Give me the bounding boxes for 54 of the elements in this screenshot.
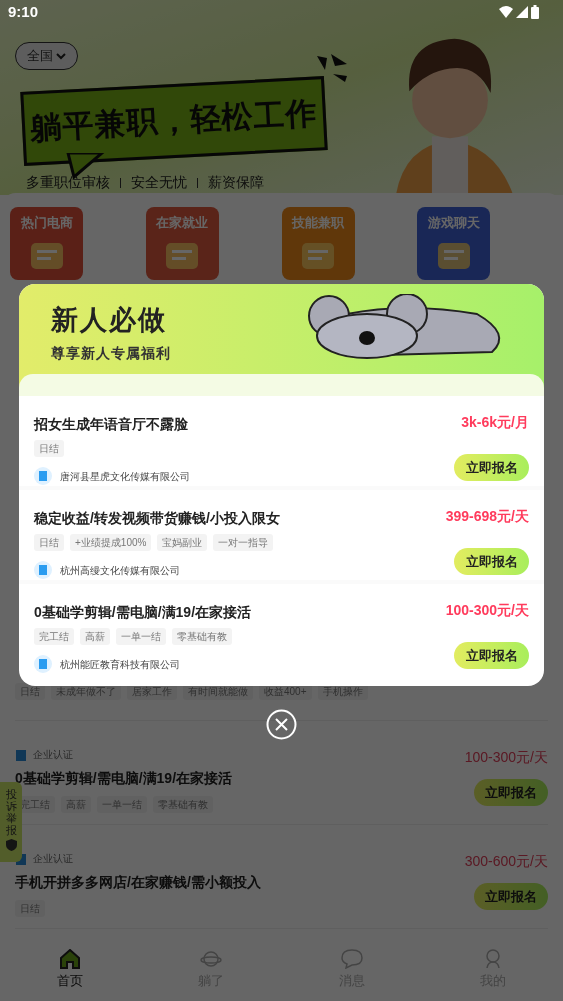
job-title: 0基础学剪辑/需电脑/满19/在家接活 [34, 603, 252, 622]
popup-subtitle: 尊享新人专属福利 [51, 343, 171, 363]
feature-text: 多重职位审核 [26, 173, 110, 192]
job-title: 手机开拼多多网店/在家赚钱/需小额投入 [15, 873, 261, 892]
job-tag: 完工结 [34, 628, 74, 645]
job-tag: 一单一结 [116, 628, 166, 645]
job-tag: 一对一指导 [213, 534, 274, 551]
company-name: 唐河县星虎文化传媒有限公司 [60, 469, 190, 484]
apply-button[interactable]: 立即报名 [454, 642, 529, 669]
popup-title: 新人必做 [51, 304, 167, 337]
close-icon[interactable] [266, 709, 297, 740]
status-time: 9:10 [8, 1, 39, 22]
category-tile[interactable]: 热门电商 [10, 207, 83, 280]
battery-icon [531, 5, 539, 19]
salary-text: 100-300元/天 [445, 601, 529, 620]
signal-icon [516, 6, 528, 18]
report-tab[interactable]: 投诉举报 [0, 782, 22, 862]
chevron-down-icon [56, 52, 66, 60]
chat-bubble-icon [340, 949, 363, 970]
salary-text: 399-698元/天 [445, 507, 529, 526]
home-icon [59, 949, 82, 970]
building-icon [34, 655, 52, 673]
nav-tab[interactable]: 首页 [0, 939, 141, 1001]
banner-slogan: 躺平兼职，轻松工作 [29, 94, 319, 148]
category-tile[interactable]: 游戏聊天 [417, 207, 491, 280]
feature-text: 薪资保障 [208, 173, 264, 192]
company-name: 杭州高缦文化传媒有限公司 [60, 563, 180, 578]
job-tag: 日结 [34, 440, 64, 457]
job-tag: 高薪 [80, 628, 110, 645]
company-name: 杭州能匠教育科技有限公司 [60, 657, 180, 672]
job-title: 稳定收益/转发视频带货赚钱/小投入限女 [34, 509, 280, 528]
apply-button[interactable]: 立即报名 [454, 454, 529, 481]
salary-text: 100-300元/天 [464, 748, 548, 767]
planet-icon [200, 949, 223, 970]
category-tile[interactable]: 技能兼职 [281, 207, 355, 280]
building-icon [15, 748, 27, 761]
salary-text: 3k-6k元/月 [461, 413, 529, 432]
job-tag: 宝妈副业 [157, 534, 208, 551]
job-tag: +业绩提成100% [70, 534, 152, 551]
report-label: 投诉举报 [5, 788, 17, 837]
building-icon [34, 561, 52, 579]
shield-icon [5, 839, 17, 852]
job-tag: 零基础有教 [172, 628, 232, 645]
category-tile[interactable]: 在家就业 [145, 207, 219, 280]
feature-text: 安全无忧 [131, 173, 187, 192]
job-title: 招女生成年语音厅不露脸 [34, 415, 188, 434]
job-tag: 日结 [34, 534, 64, 551]
wifi-icon [499, 6, 513, 18]
apply-button[interactable]: 立即报名 [454, 548, 529, 575]
building-icon [34, 467, 52, 485]
apply-button[interactable]: 立即报名 [474, 883, 548, 910]
apply-button[interactable]: 立即报名 [474, 779, 548, 806]
salary-text: 300-600元/天 [464, 852, 548, 871]
region-selector[interactable]: 全国 [15, 42, 78, 70]
